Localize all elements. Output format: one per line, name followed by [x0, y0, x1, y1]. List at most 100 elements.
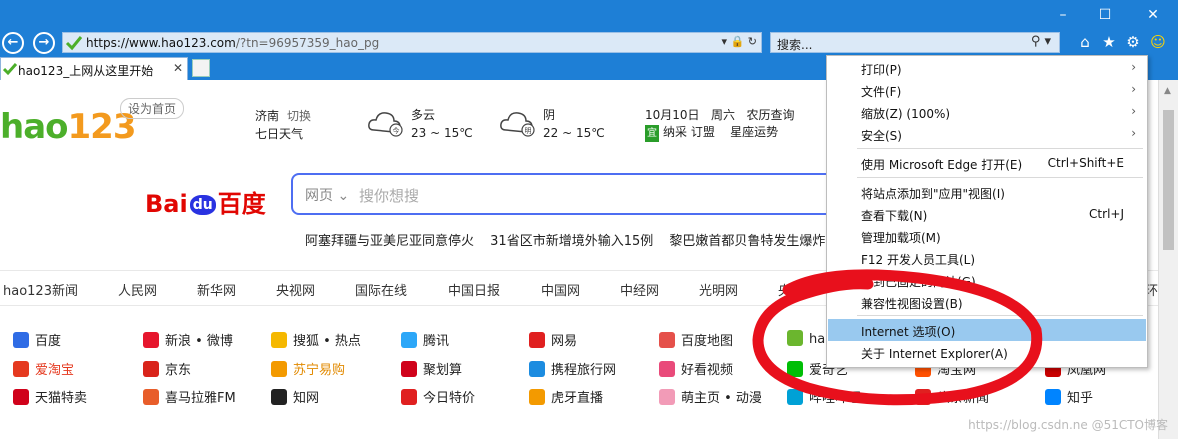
site-link[interactable]: 百度地图: [659, 330, 733, 349]
menu-item[interactable]: 使用 Microsoft Edge 打开(E) Ctrl+Shift+E: [828, 152, 1146, 174]
scrollbar-thumb[interactable]: [1163, 110, 1174, 250]
site-link[interactable]: ha: [787, 330, 825, 347]
home-icon[interactable]: ⌂: [1075, 33, 1095, 51]
site-link[interactable]: 苏宁易购: [271, 359, 345, 378]
news-nav-item[interactable]: 人民网: [118, 280, 157, 299]
refresh-icon[interactable]: ↻: [748, 35, 757, 48]
site-logo-icon: [529, 332, 545, 348]
site-link[interactable]: 今日特价: [401, 387, 475, 406]
site-link[interactable]: 知乎: [1045, 387, 1093, 406]
menu-item[interactable]: 关于 Internet Explorer(A): [828, 341, 1146, 363]
site-label: 京东: [165, 363, 192, 378]
menu-item[interactable]: 安全(S) ›: [828, 123, 1146, 145]
site-link[interactable]: 携程旅行网: [529, 359, 616, 378]
search-type-select[interactable]: 网页 ⌄: [305, 185, 349, 205]
site-link[interactable]: 好看视频: [659, 359, 733, 378]
hot-news-item[interactable]: 31省区市新增境外输入15例: [490, 234, 653, 249]
dropdown-arrow-icon[interactable]: ▾: [722, 35, 728, 48]
hot-news-item[interactable]: 黎巴嫩首都贝鲁特发生爆炸: [669, 234, 825, 249]
site-link[interactable]: 哔哩哔哩: [787, 387, 861, 406]
site-label: 聚划算: [423, 363, 463, 378]
menu-item[interactable]: 转到已固定的网站(G): [828, 269, 1146, 291]
menu-item-label: 兼容性视图设置(B): [861, 297, 963, 311]
horoscope-link[interactable]: 星座运势: [730, 125, 778, 139]
hao123-logo[interactable]: hao123: [0, 107, 136, 147]
minimize-button[interactable]: –: [1043, 0, 1083, 30]
close-tab-icon[interactable]: ✕: [173, 61, 183, 75]
news-nav-item[interactable]: 新华网: [197, 280, 236, 299]
news-nav-item[interactable]: 中国日报: [448, 280, 500, 299]
new-tab-button[interactable]: [192, 59, 210, 77]
news-nav-item[interactable]: 中经网: [620, 280, 659, 299]
site-link[interactable]: 天猫特卖: [13, 387, 87, 406]
baidu-logo[interactable]: Bai du 百度: [145, 184, 266, 219]
news-nav-item[interactable]: 中国网: [541, 280, 580, 299]
seven-day-weather-link[interactable]: 七日天气: [255, 125, 311, 143]
gear-icon[interactable]: ⚙: [1123, 33, 1143, 51]
site-label: 喜马拉雅FM: [165, 391, 236, 406]
site-logo-icon: [13, 361, 29, 377]
switch-city-link[interactable]: 切换: [287, 109, 311, 123]
baidu-search-input[interactable]: 网页 ⌄ 搜你想搜: [291, 173, 851, 215]
date-text[interactable]: 10月10日: [645, 108, 700, 122]
lunar-query-link[interactable]: 农历查询: [746, 108, 794, 122]
site-link[interactable]: 喜马拉雅FM: [143, 387, 236, 406]
site-link[interactable]: 头条新闻: [915, 387, 989, 406]
chevron-down-icon: ⌄: [337, 188, 350, 204]
site-link[interactable]: 腾讯: [401, 330, 449, 349]
site-logo-icon: [401, 332, 417, 348]
news-nav-item[interactable]: 光明网: [699, 280, 738, 299]
set-home-button[interactable]: 设为首页: [120, 98, 185, 119]
tools-menu: 打印(P) › 文件(F) › 缩放(Z) (100%) › 安全(S) › 使用 Micros…: [826, 55, 1148, 368]
site-link[interactable]: 萌主页 • 动漫: [659, 387, 762, 406]
site-link[interactable]: 京东: [143, 359, 191, 378]
menu-item[interactable]: 管理加载项(M): [828, 225, 1146, 247]
scroll-up-icon[interactable]: ▲: [1164, 86, 1171, 96]
site-link[interactable]: 聚划算: [401, 359, 462, 378]
menu-item[interactable]: 缩放(Z) (100%) ›: [828, 101, 1146, 123]
forward-button[interactable]: →: [33, 32, 55, 54]
baidu-search-placeholder: 搜你想搜: [359, 187, 420, 205]
news-nav-item[interactable]: hao123新闻: [3, 280, 78, 299]
site-label: 虎牙直播: [551, 391, 604, 406]
site-logo-icon: [271, 389, 287, 405]
menu-item[interactable]: 文件(F) ›: [828, 79, 1146, 101]
menu-item-label: 查看下载(N): [861, 209, 928, 223]
menu-item[interactable]: Internet 选项(O): [828, 319, 1146, 341]
search-icon[interactable]: ⚲ ▾: [1031, 34, 1051, 49]
site-link[interactable]: 爱淘宝: [13, 359, 74, 378]
smiley-feedback-icon[interactable]: ☺: [1148, 33, 1168, 51]
hot-news-item[interactable]: 阿塞拜疆与亚美尼亚同意停火: [305, 234, 474, 249]
menu-item[interactable]: 兼容性视图设置(B): [828, 291, 1146, 313]
search-input[interactable]: 搜索... ⚲ ▾: [770, 32, 1060, 53]
back-button[interactable]: ←: [2, 32, 24, 54]
svg-text:明: 明: [525, 127, 532, 135]
site-link[interactable]: 知网: [271, 387, 319, 406]
menu-item[interactable]: F12 开发人员工具(L): [828, 247, 1146, 269]
menu-item-label: 缩放(Z) (100%): [861, 107, 951, 121]
tab-hao123[interactable]: hao123_上网从这里开始 ✕: [0, 57, 188, 80]
favorites-star-icon[interactable]: ★: [1099, 33, 1119, 51]
menu-item[interactable]: 将站点添加到"应用"视图(I): [828, 181, 1146, 203]
menu-item[interactable]: 查看下载(N) Ctrl+J: [828, 203, 1146, 225]
lock-icon[interactable]: 🔒: [731, 35, 745, 48]
site-link[interactable]: 新浪 • 微博: [143, 330, 233, 349]
site-link[interactable]: 虎牙直播: [529, 387, 603, 406]
news-nav-item[interactable]: 央视网: [276, 280, 315, 299]
site-logo-icon: [143, 332, 159, 348]
menu-item[interactable]: 打印(P) ›: [828, 57, 1146, 79]
site-label: ha: [809, 332, 826, 347]
news-nav-item[interactable]: 央广网: [778, 280, 817, 299]
menu-item-label: 管理加载项(M): [861, 231, 941, 245]
maximize-button[interactable]: ☐: [1085, 0, 1125, 30]
close-window-button[interactable]: ✕: [1128, 0, 1178, 30]
yi-items: 纳采 订盟: [663, 125, 715, 139]
address-url[interactable]: https://www.hao123.com/?tn=96957359_hao_…: [86, 36, 379, 50]
address-bar[interactable]: https://www.hao123.com/?tn=96957359_hao_…: [62, 32, 762, 53]
site-link[interactable]: 网易: [529, 330, 577, 349]
vertical-scrollbar[interactable]: ▲: [1158, 80, 1178, 439]
city-name[interactable]: 济南: [255, 109, 279, 123]
site-link[interactable]: 百度: [13, 330, 61, 349]
news-nav-item[interactable]: 国际在线: [355, 280, 407, 299]
site-link[interactable]: 搜狐 • 热点: [271, 330, 361, 349]
